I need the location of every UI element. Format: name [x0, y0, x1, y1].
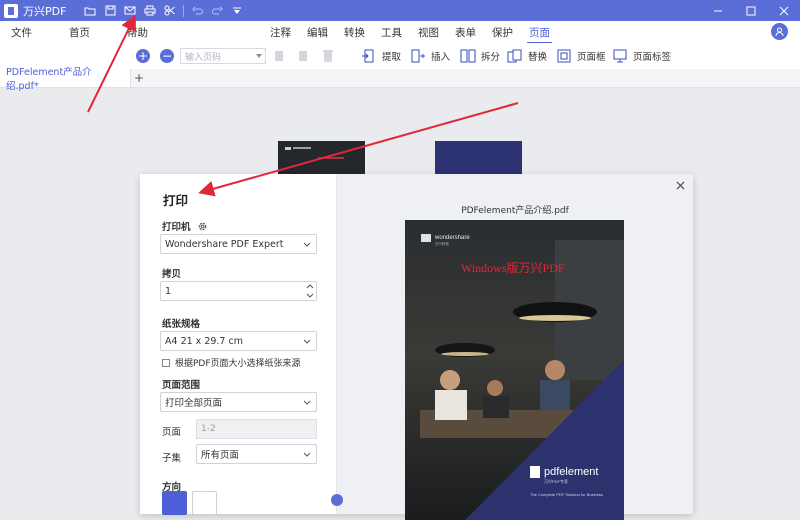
annotation-arrows [87, 14, 519, 197]
arrow-to-print-dialog [198, 102, 519, 197]
arrow-to-print-icon [87, 14, 136, 113]
